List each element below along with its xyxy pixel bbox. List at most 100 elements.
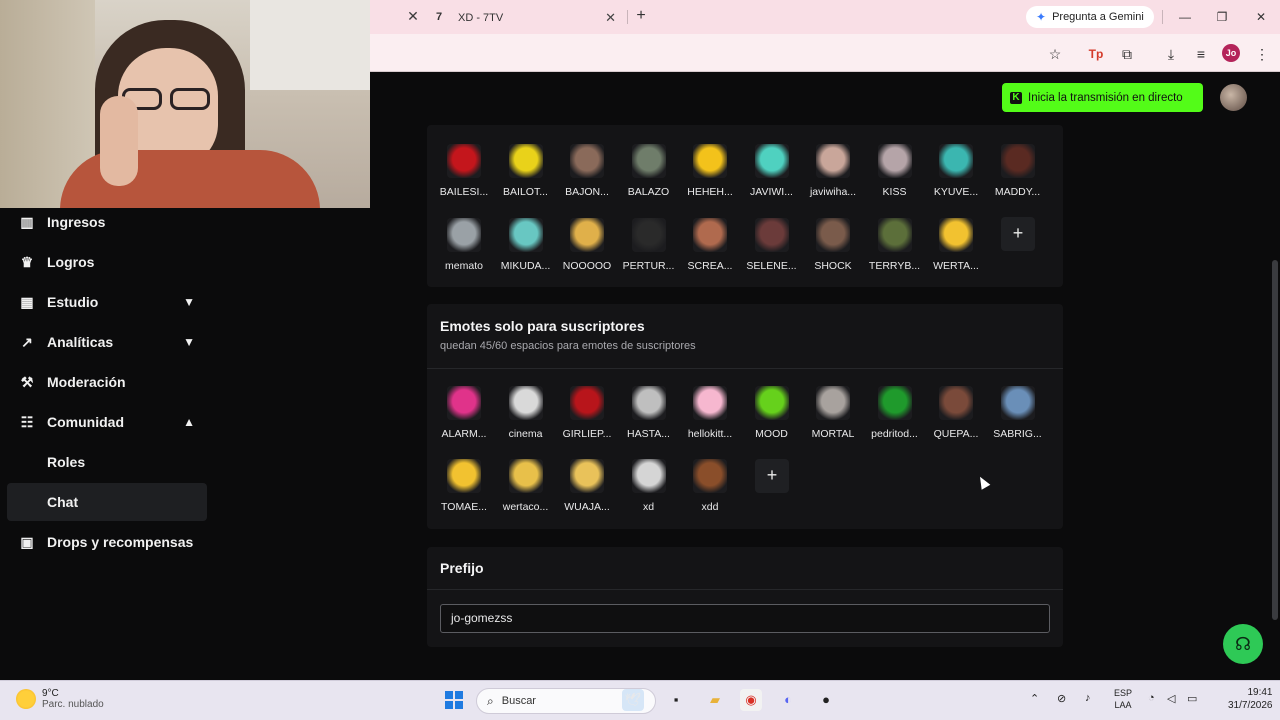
- battery-icon[interactable]: ▭: [1187, 692, 1197, 705]
- emote-item[interactable]: WUAJA...: [556, 459, 618, 513]
- sidebar-item-estudio[interactable]: ▦ Estudio ▼: [7, 283, 207, 321]
- emote-item[interactable]: memato: [433, 218, 495, 272]
- emote-label: HASTA...: [627, 428, 670, 440]
- 7tv-logo-icon: 7: [436, 11, 443, 23]
- discord-icon[interactable]: ◐: [777, 689, 799, 711]
- emote-item[interactable]: BAJON...: [556, 144, 618, 198]
- emote-item[interactable]: BAILOT...: [495, 144, 557, 198]
- hammer-icon: ⚒: [20, 374, 34, 390]
- emote-image: [631, 386, 666, 420]
- emote-item[interactable]: HEHEH...: [679, 144, 741, 198]
- gemini-button[interactable]: ✦ Pregunta a Gemini: [1026, 6, 1154, 28]
- emote-item[interactable]: SHOCK: [802, 218, 864, 272]
- emote-item[interactable]: BALAZO: [618, 144, 680, 198]
- weather-widget[interactable]: 9°C Parc. nublado: [16, 688, 104, 710]
- emote-item[interactable]: WERTA...: [925, 218, 987, 272]
- emote-item[interactable]: hellokitt...: [679, 386, 741, 440]
- sidebar-item-comunidad[interactable]: ☷ Comunidad ▲: [7, 403, 207, 441]
- emote-item[interactable]: MORTAL: [802, 386, 864, 440]
- emote-item[interactable]: SELENE...: [741, 218, 803, 272]
- kick-logo-icon: K: [1010, 91, 1022, 104]
- sidebar-item-drops[interactable]: ▣ Drops y recompensas: [7, 523, 207, 561]
- emote-item[interactable]: MOOD: [741, 386, 803, 440]
- emote-item[interactable]: SCREA...: [679, 218, 741, 272]
- prefix-input[interactable]: jo-gomezss: [440, 604, 1050, 633]
- sidebar-item-moderacion[interactable]: ⚒ Moderación: [7, 363, 207, 401]
- emote-image: [447, 459, 481, 493]
- new-tab-icon[interactable]: +: [632, 7, 650, 25]
- emote-image: [631, 144, 666, 178]
- emote-item[interactable]: pedritod...: [864, 386, 926, 440]
- emote-item[interactable]: javiwiha...: [802, 144, 864, 198]
- emote-item[interactable]: xd: [618, 459, 680, 513]
- sidebar-item-label: Ingresos: [47, 214, 106, 230]
- sidebar-item-ingresos[interactable]: ▥ Ingresos: [7, 203, 207, 241]
- emote-label: cinema: [508, 428, 543, 440]
- emote-label: SHOCK: [814, 260, 852, 272]
- sidebar-item-roles[interactable]: Roles: [7, 443, 207, 481]
- user-avatar[interactable]: [1220, 84, 1247, 111]
- extensions-puzzle-icon[interactable]: ⧉: [1117, 44, 1137, 64]
- emote-item[interactable]: SABRIG...: [987, 386, 1049, 440]
- chevron-up-icon[interactable]: ⌃: [1030, 692, 1039, 705]
- bookmark-star-icon[interactable]: ☆: [1045, 44, 1065, 64]
- chrome-icon[interactable]: ◉: [740, 689, 762, 711]
- close-tab-icon[interactable]: ✕: [605, 10, 616, 26]
- emote-item[interactable]: wertaco...: [495, 459, 557, 513]
- scrollbar[interactable]: [1272, 125, 1278, 645]
- clock[interactable]: 19:41 31/7/2026: [1228, 686, 1273, 712]
- emote-item[interactable]: TOMAE...: [433, 459, 495, 513]
- scrollbar-thumb[interactable]: [1272, 260, 1278, 620]
- sidebar-item-logros[interactable]: ♛ Logros: [7, 243, 207, 281]
- minimize-icon[interactable]: —: [1176, 8, 1194, 26]
- emote-image: [939, 144, 973, 178]
- browser-tab[interactable]: 7 XD - 7TV ✕: [428, 4, 624, 32]
- emote-image: [693, 386, 727, 420]
- emote-item[interactable]: NOOOOO: [556, 218, 618, 272]
- bird-widget-icon[interactable]: 🕊: [622, 689, 644, 711]
- emote-item[interactable]: KISS: [864, 144, 926, 198]
- emote-item[interactable]: QUEPA...: [925, 386, 987, 440]
- terminal-app-icon[interactable]: ▪: [665, 689, 687, 711]
- webcam-person-hand: [100, 96, 138, 186]
- emote-image: [570, 144, 604, 178]
- support-headset-button[interactable]: ☊: [1223, 624, 1263, 664]
- emote-item[interactable]: TERRYB...: [864, 218, 926, 272]
- sidebar-item-label: Drops y recompensas: [47, 534, 194, 550]
- emote-item[interactable]: MIKUDA...: [495, 218, 557, 272]
- add-emote-button[interactable]: +: [1001, 217, 1035, 251]
- emote-item[interactable]: KYUVE...: [925, 144, 987, 198]
- sidebar-item-chat[interactable]: Chat: [7, 483, 207, 521]
- emote-item[interactable]: BAILESI...: [433, 144, 495, 198]
- emote-item[interactable]: HASTA...: [618, 386, 680, 440]
- download-icon[interactable]: ⤓: [1161, 44, 1181, 64]
- emote-item[interactable]: ALARM...: [433, 386, 495, 440]
- address-bar[interactable]: [378, 39, 1028, 67]
- language-indicator[interactable]: ESP LAA: [1114, 687, 1132, 711]
- restore-icon[interactable]: ❐: [1213, 8, 1231, 26]
- emote-item[interactable]: cinema: [495, 386, 557, 440]
- sidebar-item-label: Comunidad: [47, 414, 124, 430]
- add-subscriber-emote-button[interactable]: +: [755, 459, 789, 493]
- window-close-icon[interactable]: ✕: [1252, 8, 1270, 26]
- browser-menu-icon[interactable]: ⋮: [1252, 44, 1272, 64]
- network-off-icon[interactable]: ⊘: [1057, 692, 1066, 705]
- extension-tp-icon[interactable]: Tp: [1086, 44, 1106, 64]
- emote-item[interactable]: xdd: [679, 459, 741, 513]
- wifi-icon[interactable]: ◔: [1148, 692, 1155, 704]
- close-tab-icon[interactable]: ✕: [405, 8, 421, 24]
- file-explorer-icon[interactable]: ▰: [704, 689, 726, 711]
- volume-icon[interactable]: ◁: [1167, 692, 1175, 705]
- microphone-icon[interactable]: ♪: [1085, 692, 1091, 704]
- emote-item[interactable]: MADDY...: [987, 144, 1049, 198]
- profile-avatar[interactable]: Jo: [1222, 44, 1240, 62]
- emote-item[interactable]: PERTUR...: [618, 218, 680, 272]
- obs-icon[interactable]: ●: [815, 689, 837, 711]
- emote-item[interactable]: JAVIWI...: [741, 144, 803, 198]
- emote-label: KISS: [882, 186, 907, 198]
- media-queue-icon[interactable]: ≡: [1191, 44, 1211, 64]
- emote-item[interactable]: GIRLIEP...: [556, 386, 618, 440]
- sidebar-item-analiticas[interactable]: ↗ Analíticas ▼: [7, 323, 207, 361]
- go-live-button[interactable]: K Inicia la transmisión en directo: [1002, 83, 1203, 112]
- windows-start-icon[interactable]: [445, 691, 463, 709]
